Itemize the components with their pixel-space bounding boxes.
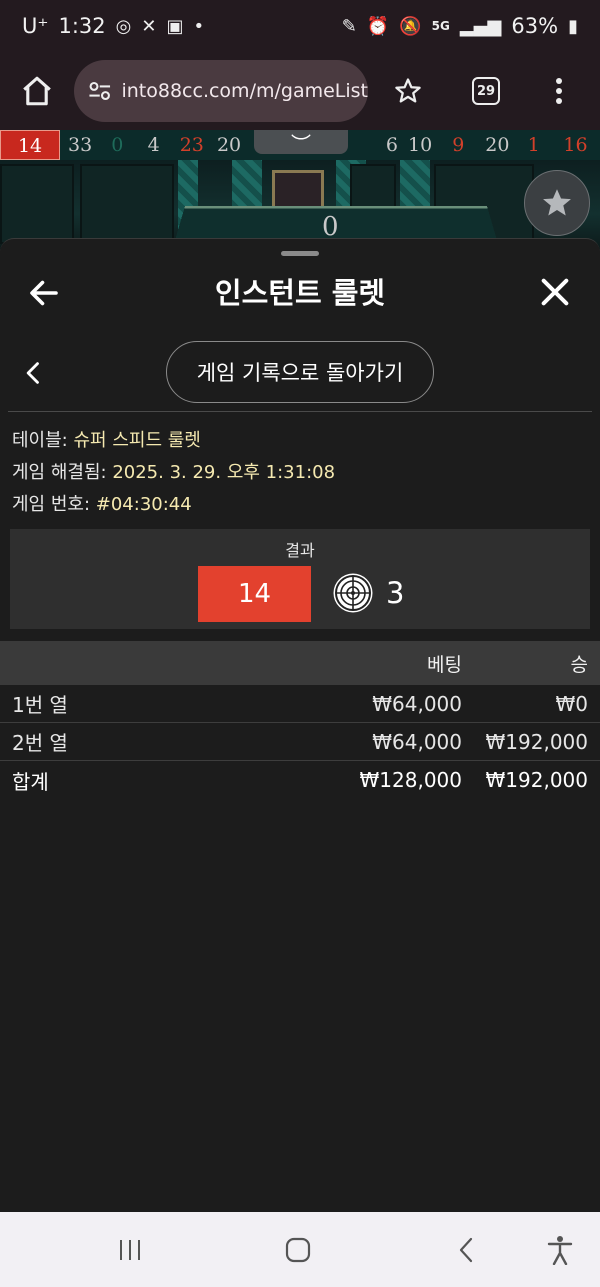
game-number-label: 게임 번호: — [12, 494, 91, 515]
recent-number: 9 — [452, 134, 465, 156]
star-outline-icon — [395, 78, 421, 103]
dot-icon: • — [193, 15, 205, 37]
recent-number: 23 — [179, 134, 204, 156]
alarm-icon: ⏰ — [366, 15, 390, 37]
chevron-left-icon[interactable] — [20, 359, 48, 387]
home-icon — [23, 76, 51, 106]
total-win: ₩192,000 — [485, 768, 588, 792]
table-row: 1번 열 ₩64,000 ₩0 — [0, 685, 600, 723]
recent-number: 20 — [216, 134, 242, 156]
bookmark-button[interactable] — [368, 52, 448, 130]
gallery-icon: ▣ — [166, 15, 184, 37]
recent-number: 14 — [0, 130, 61, 160]
close-icon[interactable] — [538, 275, 572, 309]
game-number-row: 게임 번호: #04:30:44 — [12, 489, 592, 521]
history-nav: 게임 기록으로 돌아가기 — [0, 339, 600, 407]
total-name: 합계 — [12, 769, 49, 794]
mute-icon: 🔕 — [399, 15, 422, 37]
battery-level: 63% — [511, 14, 559, 38]
address-bar[interactable]: into88cc.com/m/gameList — [74, 60, 368, 122]
url-text[interactable]: into88cc.com/m/gameList — [121, 80, 368, 102]
more-vert-icon — [556, 78, 562, 104]
recent-number: 20 — [485, 134, 510, 156]
star-icon — [543, 189, 571, 216]
recent-number: 16 — [563, 134, 588, 156]
row-bet: ₩64,000 — [372, 729, 462, 754]
recent-number: 10 — [408, 134, 433, 156]
site-settings-icon[interactable] — [86, 76, 113, 106]
resolved-info-row: 게임 해결됨: 2025. 3. 29. 오후 1:31:08 — [12, 457, 592, 489]
status-bar: U⁺ 1:32 ◎ ✕ ▣ • ✎ ⏰ 🔕 5G ▂▄▆ 63% ▮ — [0, 0, 600, 52]
signal-icon: ▂▄▆ — [459, 15, 502, 37]
pen-icon: ✎ — [341, 15, 357, 37]
recent-number: 0 — [111, 134, 124, 156]
table-total-row: 합계 ₩128,000 ₩192,000 — [0, 761, 600, 799]
result-panel: 결과 14 3 — [10, 529, 590, 629]
roulette-wheel-icon — [333, 573, 373, 613]
chevron-down-icon: ︶ — [291, 131, 311, 156]
recents-icon — [120, 1240, 140, 1260]
total-bet: ₩128,000 — [359, 768, 462, 792]
accessibility-button[interactable] — [540, 1232, 580, 1268]
resolved-label: 게임 해결됨: — [12, 462, 107, 483]
tools-icon: ✕ — [141, 15, 157, 37]
network-5g-icon: 5G — [431, 19, 450, 33]
game-number-value: #04:30:44 — [95, 494, 192, 515]
browser-menu-button[interactable] — [524, 52, 594, 130]
result-multiplier: 3 — [386, 576, 405, 610]
game-detail-sheet: 인스턴트 룰렛 게임 기록으로 돌아가기 테이블: 슈퍼 스피드 룰렛 게임 해… — [0, 238, 600, 1212]
tabs-button[interactable]: 29 — [448, 52, 524, 130]
table-header: 베팅 승 — [0, 641, 600, 685]
row-name: 1번 열 — [12, 693, 68, 717]
browser-toolbar: into88cc.com/m/gameList 29 — [0, 52, 600, 130]
chrome-icon: ◎ — [115, 15, 132, 37]
sheet-title: 인스턴트 룰렛 — [214, 276, 386, 310]
recent-results-strip: 14 33 0 4 23 20 6 10 9 20 1 16 ︶ — [0, 130, 600, 160]
clock: 1:32 — [58, 14, 106, 38]
result-number: 14 — [198, 566, 311, 622]
row-win: ₩192,000 — [485, 729, 588, 754]
sheet-header: 인스턴트 룰렛 — [0, 261, 600, 321]
back-chevron-icon — [459, 1237, 473, 1263]
recent-number: 33 — [68, 134, 93, 156]
header-win: 승 — [570, 653, 588, 676]
recent-number: 4 — [147, 134, 160, 156]
tab-count: 29 — [472, 77, 500, 105]
battery-icon: ▮ — [568, 15, 578, 37]
home-button[interactable] — [0, 52, 74, 130]
resolved-value: 2025. 3. 29. 오후 1:31:08 — [112, 462, 336, 483]
table-row: 2번 열 ₩64,000 ₩192,000 — [0, 723, 600, 761]
collapse-toggle[interactable]: ︶ — [254, 130, 348, 156]
favorite-button[interactable] — [524, 170, 590, 236]
divider — [8, 411, 592, 412]
row-win: ₩0 — [555, 691, 589, 716]
home-nav-button[interactable] — [278, 1232, 318, 1268]
back-arrow-icon[interactable] — [26, 275, 62, 311]
home-square-icon — [285, 1237, 311, 1263]
table-label: 테이블: — [12, 430, 68, 451]
game-info: 테이블: 슈퍼 스피드 룰렛 게임 해결됨: 2025. 3. 29. 오후 1… — [12, 425, 592, 521]
row-name: 2번 열 — [12, 731, 68, 755]
carrier-label: U⁺ — [22, 14, 49, 38]
row-bet: ₩64,000 — [372, 691, 462, 716]
accessibility-icon — [547, 1236, 573, 1265]
system-nav-bar — [0, 1212, 600, 1287]
back-nav-button[interactable] — [446, 1232, 486, 1268]
recent-number: 1 — [527, 134, 540, 156]
back-to-history-button[interactable]: 게임 기록으로 돌아가기 — [166, 341, 434, 403]
game-background: 0 — [0, 160, 600, 250]
header-bet: 베팅 — [427, 653, 462, 676]
bets-table: 베팅 승 1번 열 ₩64,000 ₩0 2번 열 ₩64,000 ₩192,0… — [0, 641, 600, 799]
sheet-drag-handle[interactable] — [281, 251, 319, 256]
recent-apps-button[interactable] — [110, 1232, 150, 1268]
table-value: 슈퍼 스피드 룰렛 — [73, 430, 201, 451]
table-info-row: 테이블: 슈퍼 스피드 룰렛 — [12, 425, 592, 457]
result-label: 결과 — [285, 541, 315, 560]
